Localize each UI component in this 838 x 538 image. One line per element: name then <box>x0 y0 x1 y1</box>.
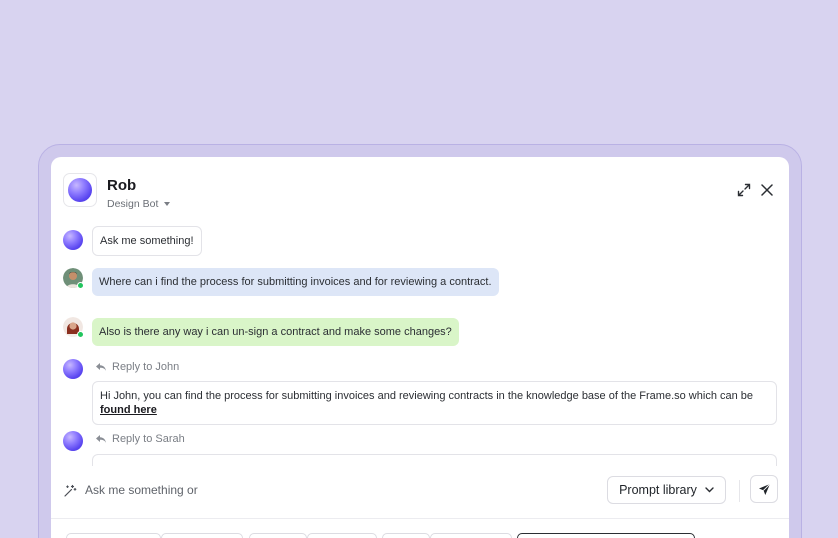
online-status-icon <box>77 331 84 338</box>
reply-label-text: Reply to Sarah <box>112 433 185 445</box>
bot-selector[interactable]: Design Bot <box>107 198 171 210</box>
reply-label-text: Reply to John <box>112 361 180 373</box>
prompt-library-button[interactable]: Prompt library <box>607 476 726 504</box>
close-icon[interactable] <box>760 183 774 197</box>
found-here-link[interactable]: found here <box>100 404 157 416</box>
sarah-message: Also is there any way i can un-sign a co… <box>92 318 459 346</box>
divider <box>51 518 789 519</box>
reply-arrow-icon <box>96 363 106 371</box>
bot-name: Rob <box>107 177 137 194</box>
suggestion-chip[interactable] <box>430 533 512 538</box>
suggestion-chip[interactable] <box>249 533 307 538</box>
online-status-icon <box>77 282 84 289</box>
reply-arrow-icon <box>96 435 106 443</box>
send-button[interactable] <box>750 475 778 503</box>
suggestion-chip[interactable] <box>161 533 243 538</box>
caret-down-icon <box>164 202 171 206</box>
sarah-avatar <box>63 317 84 338</box>
bot-subtitle: Design Bot <box>107 198 159 210</box>
suggestion-chips <box>51 533 789 538</box>
bot-message: Ask me something! <box>92 226 202 256</box>
chevron-down-icon <box>705 487 714 493</box>
suggestion-chip[interactable] <box>382 533 430 538</box>
john-message: Where can i find the process for submitt… <box>92 268 499 296</box>
bot-reply-avatar <box>63 359 83 379</box>
composer: Ask me something or Prompt library <box>51 468 789 518</box>
expand-icon[interactable] <box>737 183 751 197</box>
john-avatar <box>63 268 84 289</box>
reply-to-john-message: Hi John, you can find the process for su… <box>92 381 777 425</box>
prompt-library-label: Prompt library <box>619 483 697 497</box>
reply-to-sarah-message <box>92 454 777 466</box>
composer-input[interactable]: Ask me something or <box>85 483 198 497</box>
suggestion-chip[interactable] <box>307 533 377 538</box>
chat-panel: Rob Design Bot Ask me something! Where c… <box>51 157 789 538</box>
bot-reply-avatar <box>63 431 83 451</box>
send-icon <box>758 483 770 495</box>
suggestion-chip[interactable] <box>66 533 161 538</box>
reply-text: Hi John, you can find the process for su… <box>100 390 754 402</box>
bot-orb-icon <box>68 178 92 202</box>
magic-wand-icon <box>64 484 77 497</box>
suggestion-chip[interactable] <box>517 533 695 538</box>
reply-to-john-label: Reply to John <box>95 361 179 373</box>
divider <box>739 480 740 502</box>
bot-avatar <box>63 173 97 207</box>
bot-message-avatar <box>63 230 83 250</box>
reply-to-sarah-label: Reply to Sarah <box>95 433 185 445</box>
